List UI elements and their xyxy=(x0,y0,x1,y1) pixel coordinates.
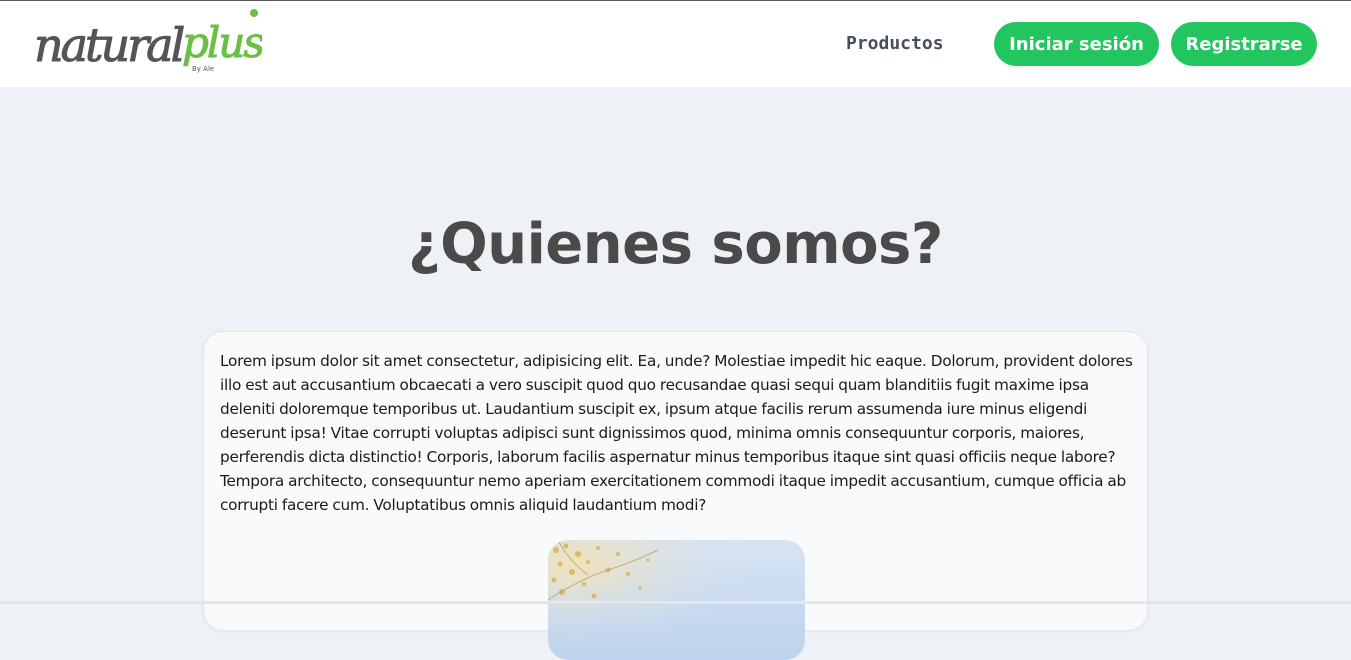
logo-natural-text: natural xyxy=(34,18,184,72)
tree-blossom-image xyxy=(548,540,805,660)
about-card: Lorem ipsum dolor sit amet consectetur, … xyxy=(203,331,1148,631)
natural-plus-logo[interactable]: natural plus By Ale xyxy=(32,5,262,83)
logo-byline-text: By Ale xyxy=(192,65,214,73)
nav-productos-link[interactable]: Productos xyxy=(846,33,944,54)
site-header: natural plus By Ale Productos Iniciar se… xyxy=(0,1,1351,87)
about-text: Lorem ipsum dolor sit amet consectetur, … xyxy=(220,349,1135,517)
page-title: ¿Quienes somos? xyxy=(0,212,1351,277)
about-photo xyxy=(548,540,805,660)
login-button[interactable]: Iniciar sesión xyxy=(994,22,1159,66)
logo-plus-text: plus xyxy=(182,18,262,67)
register-button[interactable]: Registrarse xyxy=(1171,22,1317,66)
